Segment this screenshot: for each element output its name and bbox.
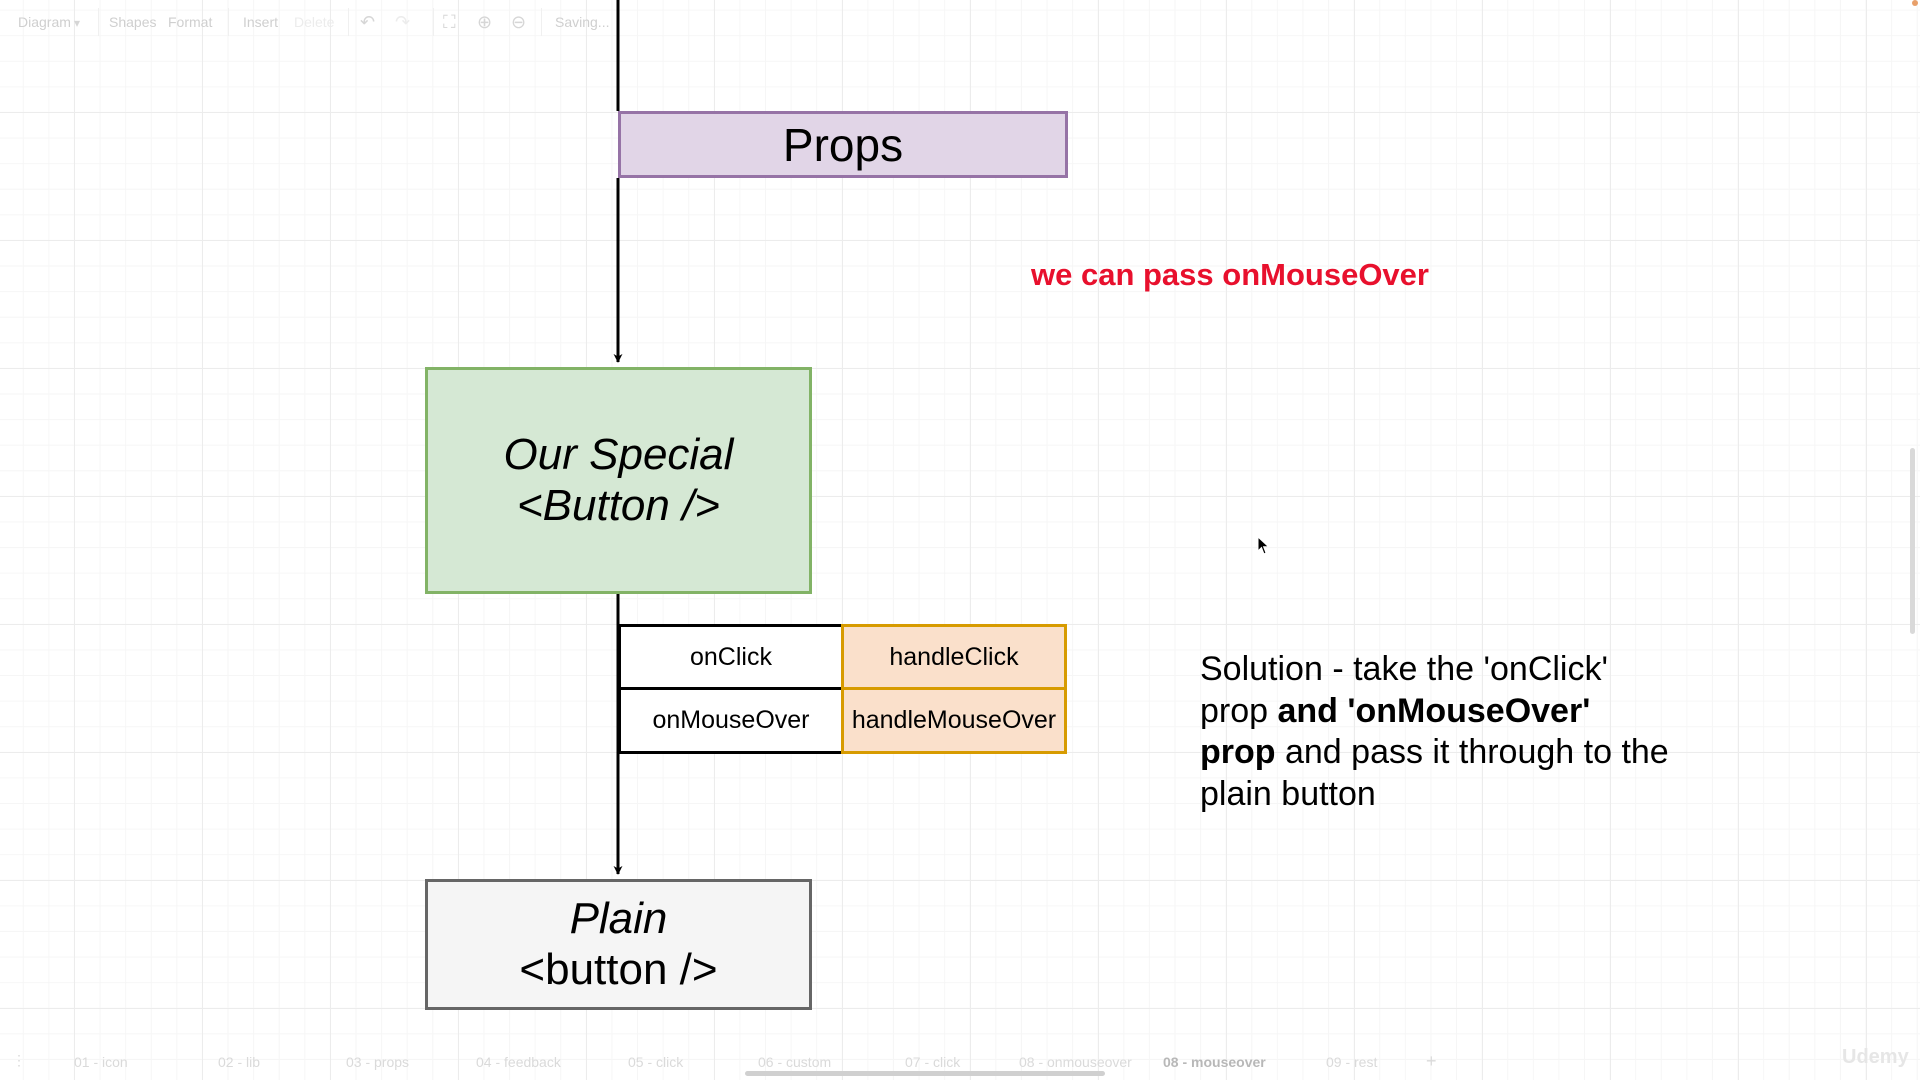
onclick-label: onClick	[690, 642, 772, 671]
plain-button-box[interactable]: Plain <button />	[425, 879, 812, 1010]
solution-text[interactable]: Solution - take the 'onClick' prop and '…	[1200, 649, 1670, 815]
page-tab-active[interactable]: 08 - mouseover	[1163, 1054, 1266, 1070]
add-page-icon[interactable]: +	[1426, 1051, 1437, 1072]
page-tab[interactable]: 03 - props	[346, 1054, 409, 1070]
page-tab[interactable]: 07 - click	[905, 1054, 960, 1070]
plain-label-line2: <button />	[519, 944, 718, 994]
page-tab[interactable]: 04 - feedback	[476, 1054, 561, 1070]
pages-menu-icon[interactable]: ⋮	[12, 1052, 26, 1069]
page-tab[interactable]: 02 - lib	[218, 1054, 260, 1070]
mouse-cursor-icon	[1257, 536, 1270, 555]
special-button-box[interactable]: Our Special <Button />	[425, 367, 812, 594]
horizontal-scrollbar[interactable]	[745, 1071, 1105, 1076]
vertical-scrollbar[interactable]	[1910, 448, 1915, 634]
corner-indicator	[1912, 0, 1918, 6]
onmouseover-label: onMouseOver	[652, 706, 810, 734]
page-tab[interactable]: 01 - icon	[74, 1054, 128, 1070]
props-label: Props	[782, 118, 904, 171]
page-tab[interactable]: 06 - custom	[758, 1054, 831, 1070]
page-tab[interactable]: 08 - onmouseover	[1019, 1054, 1132, 1070]
page-tab[interactable]: 09 - rest	[1326, 1054, 1377, 1070]
handlemouseover-label: handleMouseOver	[851, 706, 1057, 734]
handlemouseover-cell[interactable]: handleMouseOver	[841, 687, 1067, 754]
annotation-note[interactable]: we can pass onMouseOver	[1031, 257, 1429, 293]
plain-label-line1: Plain	[569, 893, 668, 943]
handleclick-label: handleClick	[889, 642, 1019, 671]
special-label-line1: Our Special	[503, 429, 734, 479]
special-label-line2: <Button />	[516, 480, 721, 530]
props-box[interactable]: Props	[618, 111, 1068, 178]
onmouseover-prop-cell[interactable]: onMouseOver	[618, 687, 844, 754]
onclick-prop-cell[interactable]: onClick	[618, 624, 844, 690]
handleclick-cell[interactable]: handleClick	[841, 624, 1067, 690]
udemy-watermark: Udemy	[1842, 1046, 1909, 1068]
page-tab[interactable]: 05 - click	[628, 1054, 683, 1070]
